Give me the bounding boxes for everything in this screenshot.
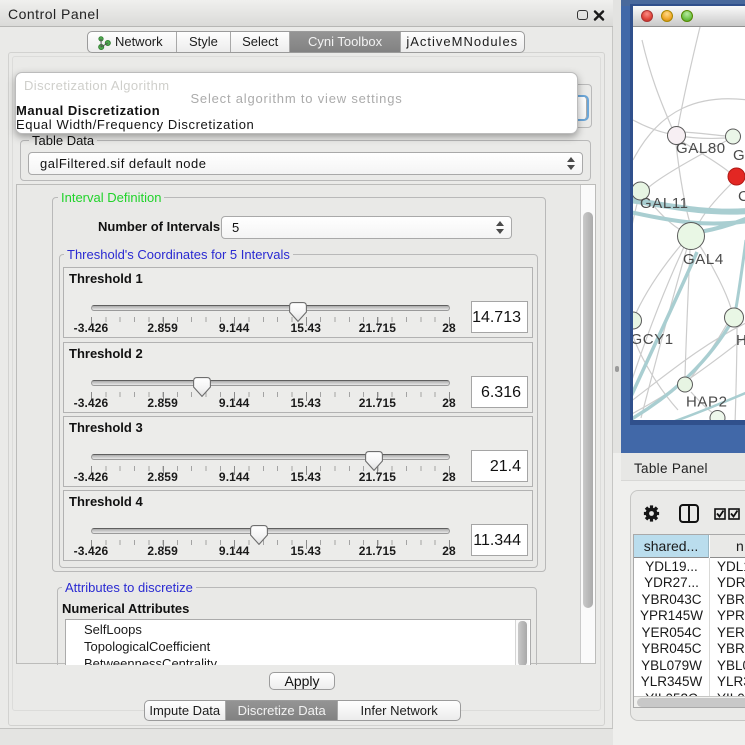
svg-text:GAL11: GAL11 (640, 195, 689, 212)
svg-text:GAL80: GAL80 (676, 140, 726, 157)
svg-text:GAL4: GAL4 (683, 251, 724, 268)
svg-text:GA: GA (733, 147, 745, 164)
svg-text:H: H (736, 332, 745, 349)
svg-text:HAP2: HAP2 (686, 394, 728, 411)
svg-text:GCY1: GCY1 (633, 331, 674, 348)
svg-text:CD: CD (738, 188, 745, 205)
